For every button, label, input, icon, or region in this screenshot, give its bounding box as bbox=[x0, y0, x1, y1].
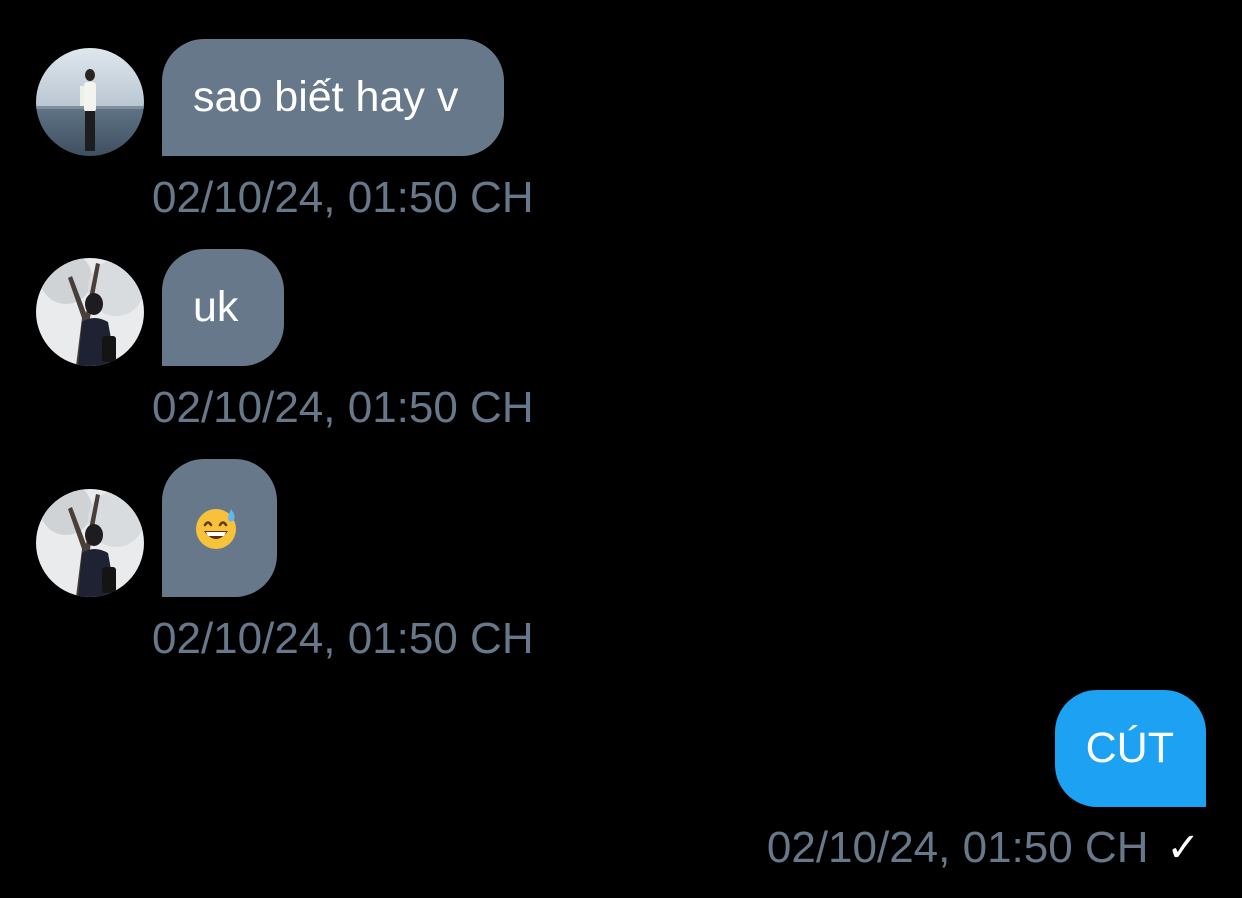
avatar-photo-tree bbox=[36, 489, 144, 597]
chat-screen: sao biết hay v 02/10/24, 01:50 CH uk 02/… bbox=[0, 0, 1242, 898]
avatar-photo-tree bbox=[36, 258, 144, 366]
message-text: CÚT bbox=[1085, 724, 1174, 772]
checkmark-icon: ✓ bbox=[1166, 826, 1200, 870]
message-timestamp: 02/10/24, 01:50 CH bbox=[766, 823, 1149, 872]
incoming-message-bubble[interactable]: uk bbox=[162, 249, 285, 366]
incoming-message-bubble[interactable]: sao biết hay v bbox=[162, 39, 505, 156]
sender-avatar[interactable] bbox=[36, 258, 144, 366]
message-text: uk bbox=[193, 283, 239, 331]
outgoing-message-meta: 02/10/24, 01:50 CH ✓ bbox=[767, 826, 1200, 870]
grinning-face-with-sweat-icon bbox=[193, 505, 239, 551]
sender-avatar[interactable] bbox=[36, 48, 144, 156]
sender-avatar[interactable] bbox=[36, 489, 144, 597]
message-timestamp: 02/10/24, 01:50 CH bbox=[152, 383, 534, 432]
message-text: sao biết hay v bbox=[193, 73, 459, 121]
message-timestamp: 02/10/24, 01:50 CH bbox=[152, 614, 534, 663]
message-timestamp: 02/10/24, 01:50 CH bbox=[152, 173, 534, 222]
avatar-photo-seaside bbox=[36, 48, 144, 156]
outgoing-message-bubble[interactable]: CÚT bbox=[1054, 690, 1206, 807]
incoming-message-bubble[interactable] bbox=[162, 459, 277, 597]
